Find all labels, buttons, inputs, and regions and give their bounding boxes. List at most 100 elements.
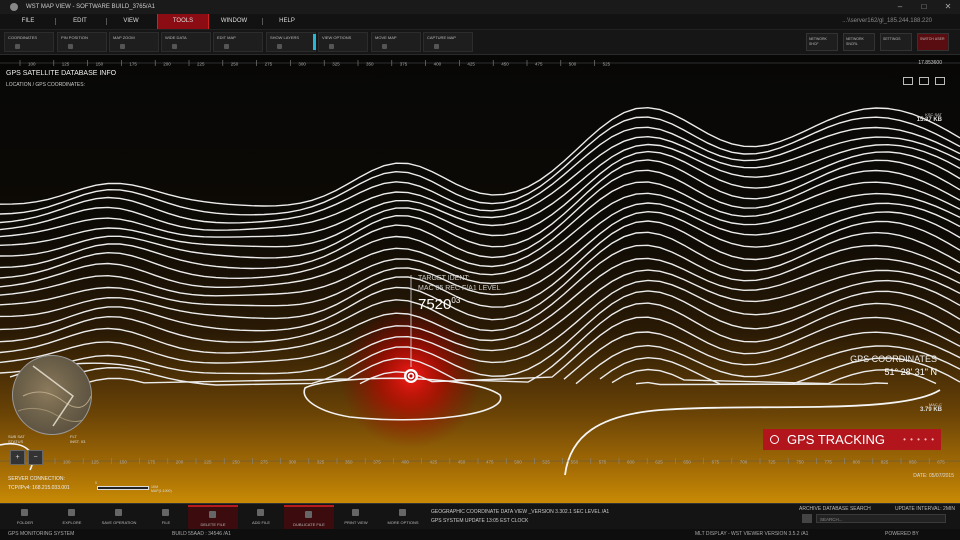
window-icon[interactable] xyxy=(935,77,945,85)
server-path: ...\\server162/gl_185.244.188.220 xyxy=(842,18,932,24)
button-label: PIN POSITION xyxy=(61,35,88,40)
sat-readout: 17.853600 xyxy=(918,60,942,66)
top-ruler-label: 250 xyxy=(231,62,239,67)
gps-tracking-button[interactable]: GPS TRACKING • • • • • xyxy=(763,429,941,450)
more-options-button[interactable]: MORE OPTIONS xyxy=(378,505,428,529)
minimap[interactable] xyxy=(12,355,92,435)
top-ruler-label: 225 xyxy=(197,62,205,67)
bottom-ruler-label: 575 xyxy=(599,460,607,465)
gps-update-text: GPS SYSTEM UPDATE 13:05 EST CLOCK xyxy=(431,518,529,524)
wide-data-button[interactable]: WIDE DATA xyxy=(161,32,211,52)
menu-edit[interactable]: EDIT xyxy=(55,14,105,29)
button-label: PRINT VIEW xyxy=(344,520,368,525)
menu-tools[interactable]: TOOLS xyxy=(157,14,209,29)
move-icon xyxy=(382,44,387,49)
bottom-ruler-label: 325 xyxy=(317,460,325,465)
explore-button[interactable]: EXPLORE xyxy=(47,505,97,529)
network-shcf-button[interactable]: NETWORK SHCF xyxy=(806,33,838,51)
title-bar: WST MAP VIEW - SOFTWARE BUILD_3765/A1 – … xyxy=(0,0,960,14)
map-view[interactable]: 100 125 150 175 200 225 250 275 300 325 350 375 400 4… xyxy=(0,55,960,503)
top-ruler-label: 525 xyxy=(603,62,611,67)
file-button[interactable]: FILE xyxy=(141,505,191,529)
sub-sat-status: SUB SAT STATUS xyxy=(8,434,25,444)
camera-icon xyxy=(434,44,439,49)
contour-line xyxy=(0,106,960,207)
target-marker-center xyxy=(409,374,413,378)
button-label: ADD FILE xyxy=(251,520,270,525)
trash-icon xyxy=(209,511,216,518)
window-icon[interactable] xyxy=(919,77,929,85)
status-build: BUILD 55AAD : 34546 /A1 xyxy=(172,531,231,537)
target-line2: MAC 05 REC F/A1 LEVEL xyxy=(418,285,501,292)
server-label: SERVER CONNECTION: xyxy=(8,476,65,482)
move-map-button[interactable]: MOVE MAP xyxy=(371,32,421,52)
switch-user-button[interactable]: SWITCH USER xyxy=(917,33,949,51)
button-label: CAPTURE MAP xyxy=(427,35,456,40)
duplicate-file-button[interactable]: DUBLICATE FILE xyxy=(284,505,334,529)
menu-view[interactable]: VIEW xyxy=(106,14,156,29)
bottom-ruler-label: 475 xyxy=(486,460,494,465)
top-ruler-label: 450 xyxy=(501,62,509,67)
bottom-ruler-label: 525 xyxy=(542,460,550,465)
close-icon[interactable]: ✕ xyxy=(936,0,960,14)
button-label: MAP ZOOM xyxy=(113,35,135,40)
button-label: SAVE OPERATION xyxy=(101,520,137,525)
add-file-button[interactable]: ADD FILE xyxy=(236,505,286,529)
status-display: MLT DISPLAY - WST VIEWER VERSION 3.5.2 /… xyxy=(695,531,809,537)
view-options-button[interactable]: VIEW OPTIONS xyxy=(318,32,368,52)
top-ruler-label: 350 xyxy=(366,62,374,67)
bottom-ruler-label: 625 xyxy=(655,460,663,465)
archive-label: ARCHIVE DATABASE SEARCH xyxy=(799,506,871,512)
coordinates-icon xyxy=(15,44,20,49)
save-operation-button[interactable]: SAVE OPERATION xyxy=(94,505,144,529)
top-ruler-label: 175 xyxy=(129,62,137,67)
search-input[interactable]: SEARCH... xyxy=(816,514,946,523)
bottom-ruler-label: 825 xyxy=(881,460,889,465)
zoom-in-icon[interactable]: + xyxy=(10,450,25,465)
layers-icon xyxy=(277,44,282,49)
menu-help[interactable]: HELP xyxy=(262,14,312,29)
bottom-ruler-label: 150 xyxy=(119,460,127,465)
map-zoom-button[interactable]: MAP ZOOM xyxy=(109,32,159,52)
settings-button[interactable]: SETTINGS xyxy=(880,33,912,51)
scale-label: 1KM MAP(1:1000) xyxy=(151,485,172,493)
menu-file[interactable]: FILE xyxy=(3,14,53,29)
show-layers-button[interactable]: SHOW LAYERS xyxy=(266,32,316,52)
ksc-value: 15.37 KB xyxy=(916,117,942,123)
menu-window[interactable]: WINDOW xyxy=(209,14,259,29)
top-ruler-label: 400 xyxy=(434,62,442,67)
window-icon[interactable] xyxy=(903,77,913,85)
status-powered: POWERED BY xyxy=(885,531,919,537)
button-label: VIEW OPTIONS xyxy=(322,35,352,40)
search-icon[interactable] xyxy=(802,514,812,523)
target-number: 7520 xyxy=(418,296,452,313)
menu-bar: FILE EDIT VIEW TOOLS WINDOW HELP ...\\se… xyxy=(0,14,960,30)
maximize-icon[interactable]: □ xyxy=(912,0,936,14)
status-bar: GPS MONITORING SYSTEM BUILD 55AAD : 3454… xyxy=(0,529,960,540)
edit-map-button[interactable]: EDIT MAP xyxy=(213,32,263,52)
button-label: COORDINATES xyxy=(8,35,38,40)
pin-position-button[interactable]: PIN POSITION xyxy=(57,32,107,52)
top-ruler-label: 275 xyxy=(265,62,273,67)
print-view-button[interactable]: PRINT VIEW xyxy=(331,505,381,529)
folder-icon xyxy=(21,509,28,516)
flt-status: FLT INST. 03 xyxy=(70,434,85,444)
capture-map-button[interactable]: CAPTURE MAP xyxy=(423,32,473,52)
panel-title: GPS SATELLITE DATABASE INFO xyxy=(6,70,117,77)
map-date: DATE: 05/07/2015 xyxy=(913,473,954,479)
bottom-ruler-label: 175 xyxy=(148,460,156,465)
toolbar-accent-divider xyxy=(313,34,316,50)
top-ruler-label: 125 xyxy=(62,62,70,67)
mac-value: 3.79 KB xyxy=(919,407,942,413)
minimize-icon[interactable]: – xyxy=(888,0,912,14)
bottom-ruler-label: 550 xyxy=(571,460,579,465)
folder-button[interactable]: FOLDER xyxy=(0,505,50,529)
button-label: FOLDER xyxy=(16,520,34,525)
coordinates-button[interactable]: COORDINATES xyxy=(4,32,54,52)
delete-file-button[interactable]: DELETE FILE xyxy=(188,505,238,529)
target-value: 752003 xyxy=(418,296,500,313)
network-sncrl-button[interactable]: NETWORK SNCRL xyxy=(843,33,875,51)
contour-line xyxy=(0,135,960,231)
scale-zero: 0 xyxy=(95,481,97,485)
zoom-out-icon[interactable]: − xyxy=(28,450,43,465)
